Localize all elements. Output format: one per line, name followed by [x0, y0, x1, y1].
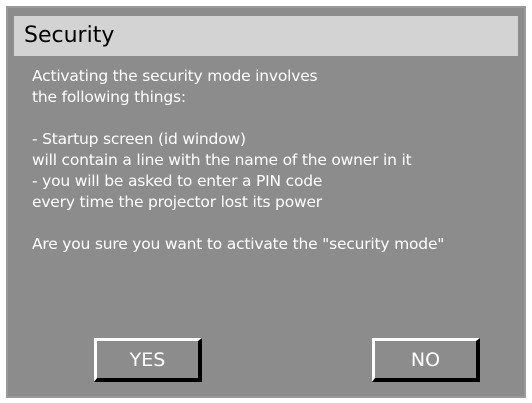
title-bar: Security — [14, 16, 518, 56]
message-line-2: the following things: — [32, 88, 186, 106]
dialog-message: Activating the security mode involves th… — [32, 66, 522, 255]
message-line-7: every time the projector lost its power — [32, 193, 322, 211]
yes-button-label: YES — [129, 348, 166, 371]
security-dialog: Security Activating the security mode in… — [6, 6, 526, 398]
message-line-4: - Startup screen (id window) — [32, 130, 246, 148]
no-button[interactable]: NO — [372, 338, 480, 382]
confirmation-question: Are you sure you want to activate the "s… — [32, 235, 445, 253]
yes-button[interactable]: YES — [94, 338, 202, 382]
message-line-6: - you will be asked to enter a PIN code — [32, 172, 323, 190]
message-line-5: will contain a line with the name of the… — [32, 151, 412, 169]
message-line-1: Activating the security mode involves — [32, 67, 318, 85]
no-button-label: NO — [410, 348, 441, 371]
dialog-title: Security — [24, 23, 115, 48]
